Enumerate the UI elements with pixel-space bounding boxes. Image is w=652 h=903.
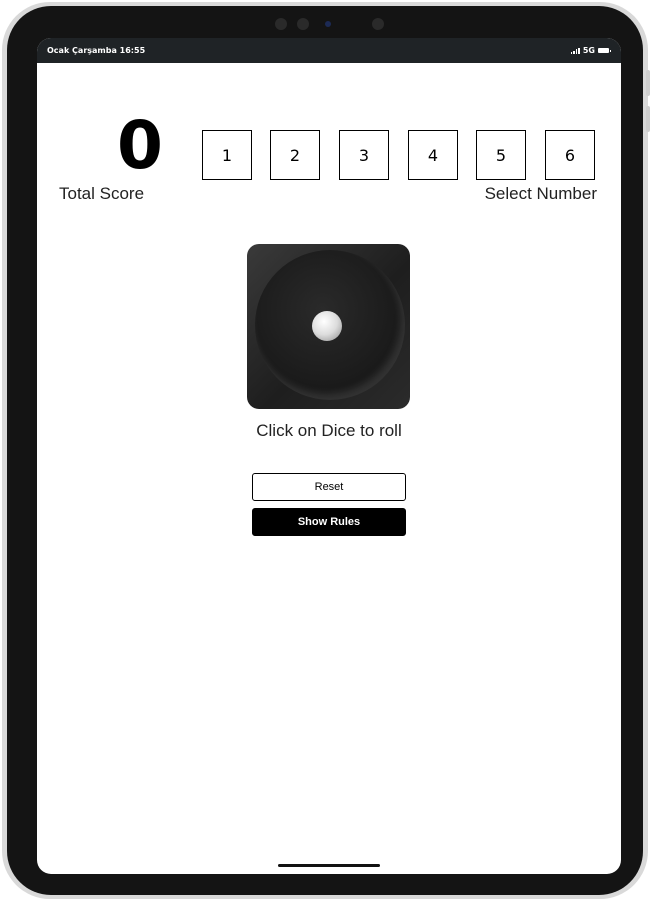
show-rules-button[interactable]: Show Rules	[252, 508, 406, 536]
dice-button[interactable]	[247, 244, 410, 409]
network-label: 5G	[582, 46, 595, 55]
number-option-4[interactable]: 4	[408, 130, 458, 180]
number-option-1[interactable]: 1	[202, 130, 252, 180]
number-option-3[interactable]: 3	[339, 130, 389, 180]
total-score-label: Total Score	[59, 184, 145, 203]
home-indicator[interactable]	[278, 864, 380, 867]
status-time: Ocak Çarşamba 16:55	[47, 46, 146, 55]
sensor-dot	[275, 18, 287, 30]
select-number-label: Select Number	[484, 184, 597, 203]
tablet-frame: Ocak Çarşamba 16:55 5G 0 Total Score 1 2…	[2, 2, 650, 899]
status-indicators: 5G	[570, 46, 611, 55]
sensor-dot	[372, 18, 384, 30]
front-camera-icon	[325, 21, 331, 27]
volume-down-button	[646, 106, 650, 132]
app-screen: Ocak Çarşamba 16:55 5G 0 Total Score 1 2…	[37, 38, 621, 874]
dice-pip	[312, 311, 342, 341]
signal-bars-icon	[570, 47, 580, 54]
number-option-5[interactable]: 5	[476, 130, 526, 180]
status-bar: Ocak Çarşamba 16:55 5G	[37, 38, 621, 63]
total-score-value: 0	[117, 107, 163, 184]
sensor-dot	[297, 18, 309, 30]
number-option-6[interactable]: 6	[545, 130, 595, 180]
number-option-2[interactable]: 2	[270, 130, 320, 180]
dice-hint-text: Click on Dice to roll	[256, 421, 402, 440]
reset-button[interactable]: Reset	[252, 473, 406, 501]
volume-up-button	[646, 70, 650, 96]
battery-icon	[598, 48, 611, 53]
